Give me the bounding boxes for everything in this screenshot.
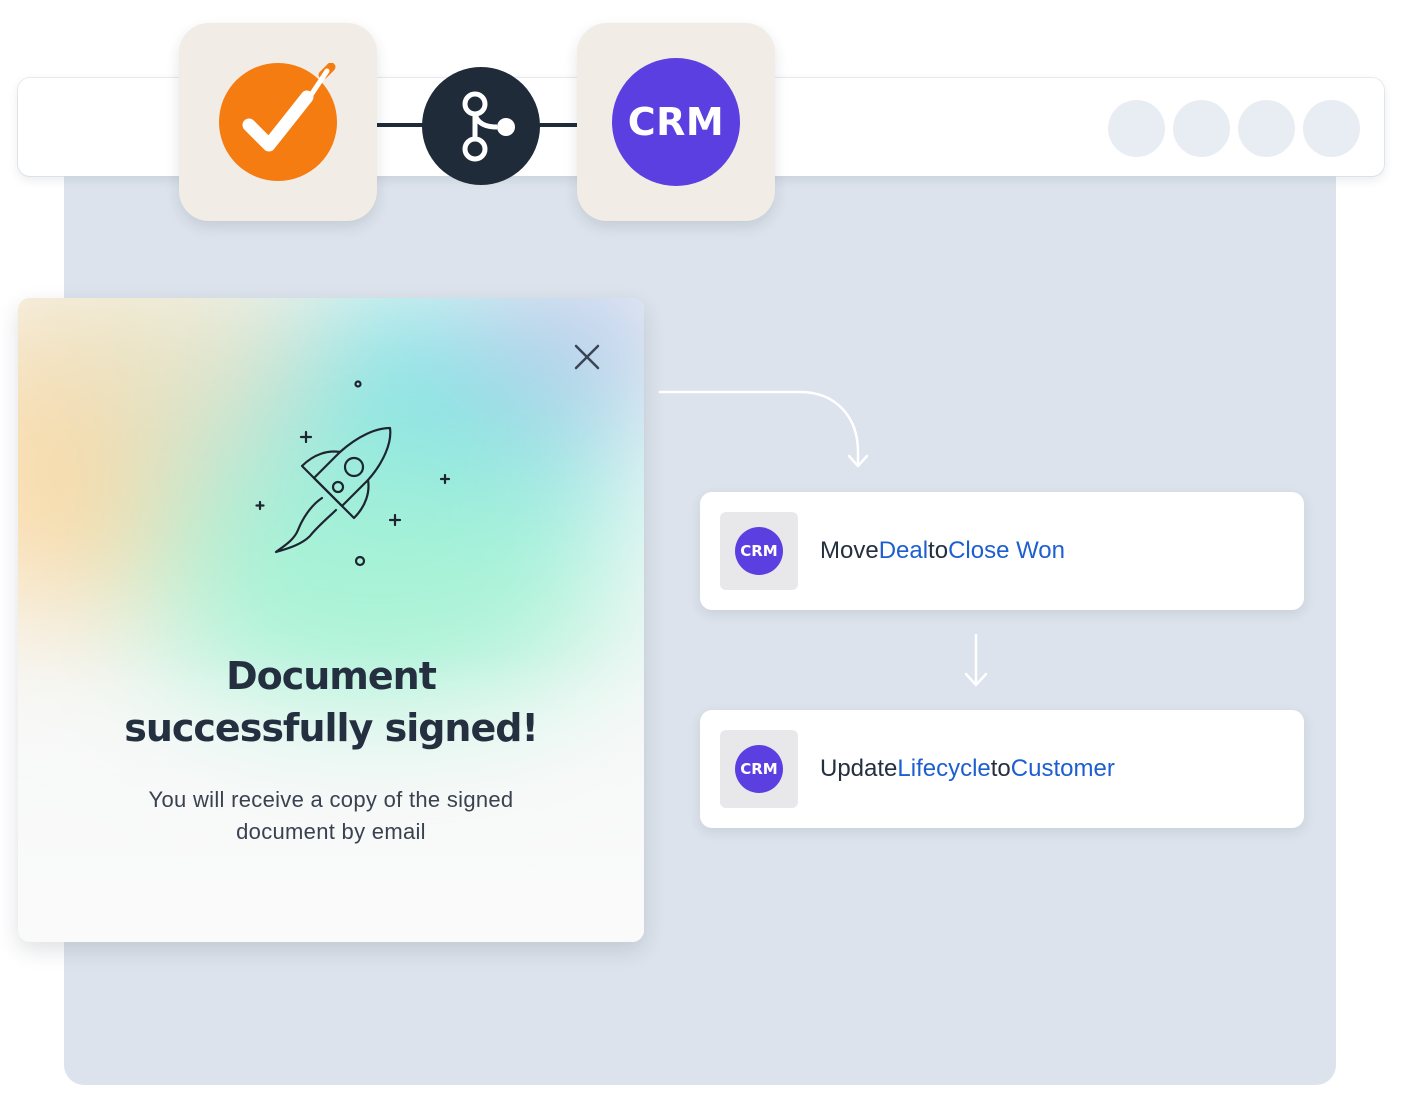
action-target-link[interactable]: Customer xyxy=(1011,755,1115,783)
action-verb: Update xyxy=(820,755,898,782)
action-object-link[interactable]: Deal xyxy=(879,537,928,565)
rocket-icon xyxy=(255,380,451,567)
orange-check-signature-icon xyxy=(219,63,337,181)
modal-subtitle-line: document by email xyxy=(236,819,426,844)
window-control-dot[interactable] xyxy=(1303,100,1360,157)
modal-subtitle: You will receive a copy of the signed do… xyxy=(98,784,564,848)
window-control-dot[interactable] xyxy=(1108,100,1165,157)
action-connector-word: to xyxy=(928,537,949,564)
modal-subtitle-line: You will receive a copy of the signed xyxy=(148,787,514,812)
modal-title: Document successfully signed! xyxy=(18,650,644,754)
window-control-dot[interactable] xyxy=(1173,100,1230,157)
action-app-icon: CRM xyxy=(720,512,798,590)
crm-logo: CRM xyxy=(735,527,783,575)
action-card-update-lifecycle[interactable]: CRM Update Lifecycle to Customer xyxy=(700,710,1304,828)
close-icon[interactable] xyxy=(572,342,602,372)
window-control-dot[interactable] xyxy=(1238,100,1295,157)
action-verb: Move xyxy=(820,537,879,564)
target-app-tile[interactable]: CRM xyxy=(577,23,775,221)
window-controls xyxy=(1108,100,1360,157)
webhook-branch-icon xyxy=(462,91,515,162)
action-object-link[interactable]: Lifecycle xyxy=(897,755,990,783)
modal-title-line: Document xyxy=(226,654,437,698)
action-description: Move Deal to Close Won xyxy=(820,492,1065,610)
integration-connector-left xyxy=(376,123,426,127)
action-app-icon: CRM xyxy=(720,730,798,808)
source-app-tile[interactable] xyxy=(179,23,377,221)
crm-logo: CRM xyxy=(735,745,783,793)
integration-connector-right xyxy=(536,123,580,127)
modal-title-line: successfully signed! xyxy=(124,706,539,750)
signing-success-modal: Document successfully signed! You will r… xyxy=(18,298,644,942)
action-description: Update Lifecycle to Customer xyxy=(820,710,1115,828)
action-card-move-deal[interactable]: CRM Move Deal to Close Won xyxy=(700,492,1304,610)
action-connector-word: to xyxy=(990,755,1011,782)
action-target-link[interactable]: Close Won xyxy=(948,537,1065,565)
webhook-hub[interactable] xyxy=(422,67,540,185)
crm-logo: CRM xyxy=(612,58,740,186)
